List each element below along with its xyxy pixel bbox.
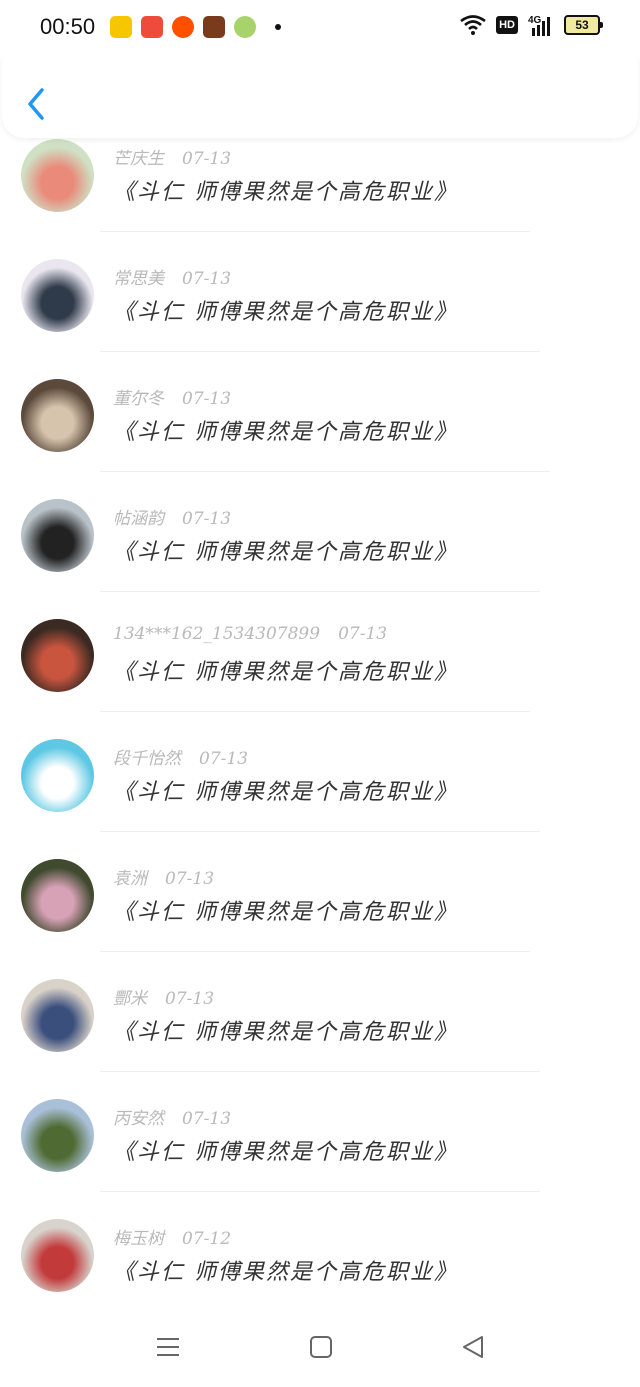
system-icons: HD 4G 53 <box>460 14 603 36</box>
app-game-icon <box>203 16 225 38</box>
system-nav-bar <box>0 1310 640 1387</box>
comment-text: 《斗仁 师傅果然是个高危职业》 <box>113 180 458 205</box>
comment-date: 07-13 <box>182 1109 232 1129</box>
app-taobao-icon <box>172 16 194 38</box>
avatar[interactable] <box>21 619 94 692</box>
commenter-name[interactable]: 袁洲 <box>113 864 147 889</box>
avatar[interactable] <box>21 739 94 812</box>
commenter-name[interactable]: 酆米 <box>113 984 147 1009</box>
comment-text: 《斗仁 师傅果然是个高危职业》 <box>113 1260 458 1285</box>
divider <box>100 831 540 832</box>
app-7-icon <box>110 16 132 38</box>
list-item[interactable]: 董尔冬 07-13 《斗仁 师傅果然是个高危职业》 <box>0 366 640 486</box>
avatar[interactable] <box>21 499 94 572</box>
list-item[interactable]: 丙安然 07-13 《斗仁 师傅果然是个高危职业》 <box>0 1086 640 1206</box>
back-triangle-icon[interactable] <box>460 1334 486 1360</box>
comment-text: 《斗仁 师傅果然是个高危职业》 <box>113 300 458 325</box>
avatar[interactable] <box>21 859 94 932</box>
commenter-name[interactable]: 梅玉树 <box>113 1224 164 1249</box>
comment-list: 芒庆生 07-13 《斗仁 师傅果然是个高危职业》 常思美 07-13 《斗仁 师傅果然是… <box>0 126 640 1326</box>
chevron-left-icon[interactable] <box>24 86 48 122</box>
comment-date: 07-13 <box>165 989 215 1009</box>
commenter-name[interactable]: 丙安然 <box>113 1104 164 1129</box>
avatar[interactable] <box>21 379 94 452</box>
list-item[interactable]: 芒庆生 07-13 《斗仁 师傅果然是个高危职业》 <box>0 126 640 246</box>
comment-meta: 帖涵韵 07-13 <box>113 504 231 529</box>
comment-meta: 袁洲 07-13 <box>113 864 214 889</box>
list-item[interactable]: 酆米 07-13 《斗仁 师傅果然是个高危职业》 <box>0 966 640 1086</box>
network-label: 4G <box>528 15 542 26</box>
divider <box>100 351 540 352</box>
divider <box>100 231 530 232</box>
comment-meta: 常思美 07-13 <box>113 264 231 289</box>
home-square-icon[interactable] <box>308 1334 334 1360</box>
comment-date: 07-13 <box>182 149 232 169</box>
comment-meta: 134***162_1534307899 07-13 <box>113 624 387 644</box>
comment-text: 《斗仁 师傅果然是个高危职业》 <box>113 900 458 925</box>
divider <box>100 471 550 472</box>
comment-date: 07-12 <box>182 1229 232 1249</box>
status-time: 00:50 <box>40 14 96 39</box>
avatar[interactable] <box>21 979 94 1052</box>
comment-meta: 梅玉树 07-12 <box>113 1224 231 1249</box>
list-item[interactable]: 常思美 07-13 《斗仁 师傅果然是个高危职业》 <box>0 246 640 366</box>
divider <box>100 1191 540 1192</box>
commenter-name[interactable]: 帖涵韵 <box>113 504 164 529</box>
comment-date: 07-13 <box>199 749 249 769</box>
comment-text: 《斗仁 师傅果然是个高危职业》 <box>113 780 458 805</box>
top-header <box>2 56 638 138</box>
commenter-name[interactable]: 段千怡然 <box>113 744 181 769</box>
divider <box>100 711 530 712</box>
comment-text: 《斗仁 师傅果然是个高危职业》 <box>113 660 458 685</box>
comment-date: 07-13 <box>182 509 232 529</box>
comment-text: 《斗仁 师傅果然是个高危职业》 <box>113 1140 458 1165</box>
notification-icons <box>110 16 281 38</box>
avatar[interactable] <box>21 1099 94 1172</box>
menu-icon[interactable] <box>155 1334 181 1360</box>
list-item[interactable]: 帖涵韵 07-13 《斗仁 师傅果然是个高危职业》 <box>0 486 640 606</box>
wifi-icon <box>460 15 486 35</box>
list-item[interactable]: 袁洲 07-13 《斗仁 师傅果然是个高危职业》 <box>0 846 640 966</box>
commenter-name[interactable]: 董尔冬 <box>113 384 164 409</box>
list-item[interactable]: 段千怡然 07-13 《斗仁 师傅果然是个高危职业》 <box>0 726 640 846</box>
app-phone-manager-icon <box>234 16 256 38</box>
commenter-name[interactable]: 芒庆生 <box>113 144 164 169</box>
avatar[interactable] <box>21 1219 94 1292</box>
app-pdd-icon <box>141 16 163 38</box>
battery-indicator: 53 <box>564 15 603 35</box>
avatar[interactable] <box>21 139 94 212</box>
list-item[interactable]: 梅玉树 07-12 《斗仁 师傅果然是个高危职业》 <box>0 1206 640 1326</box>
hd-badge: HD <box>496 16 518 34</box>
comment-meta: 丙安然 07-13 <box>113 1104 231 1129</box>
comment-meta: 酆米 07-13 <box>113 984 214 1009</box>
comment-date: 07-13 <box>165 869 215 889</box>
comment-text: 《斗仁 师傅果然是个高危职业》 <box>113 1020 458 1045</box>
comment-date: 07-13 <box>182 389 232 409</box>
divider <box>100 951 530 952</box>
commenter-name[interactable]: 常思美 <box>113 264 164 289</box>
more-notifications-dot <box>275 24 281 30</box>
comment-date: 07-13 <box>182 269 232 289</box>
comment-meta: 董尔冬 07-13 <box>113 384 231 409</box>
divider <box>100 591 540 592</box>
comment-text: 《斗仁 师傅果然是个高危职业》 <box>113 420 458 445</box>
comment-text: 《斗仁 师傅果然是个高危职业》 <box>113 540 458 565</box>
commenter-name[interactable]: 134***162_1534307899 <box>113 624 320 644</box>
comment-meta: 段千怡然 07-13 <box>113 744 248 769</box>
divider <box>100 1071 540 1072</box>
comment-meta: 芒庆生 07-13 <box>113 144 231 169</box>
comment-date: 07-13 <box>338 624 388 644</box>
signal-4g-icon: 4G <box>528 15 550 36</box>
avatar[interactable] <box>21 259 94 332</box>
list-item[interactable]: 134***162_1534307899 07-13 《斗仁 师傅果然是个高危职业》 <box>0 606 640 726</box>
status-bar: 00:50 HD 4G 53 <box>0 0 640 56</box>
